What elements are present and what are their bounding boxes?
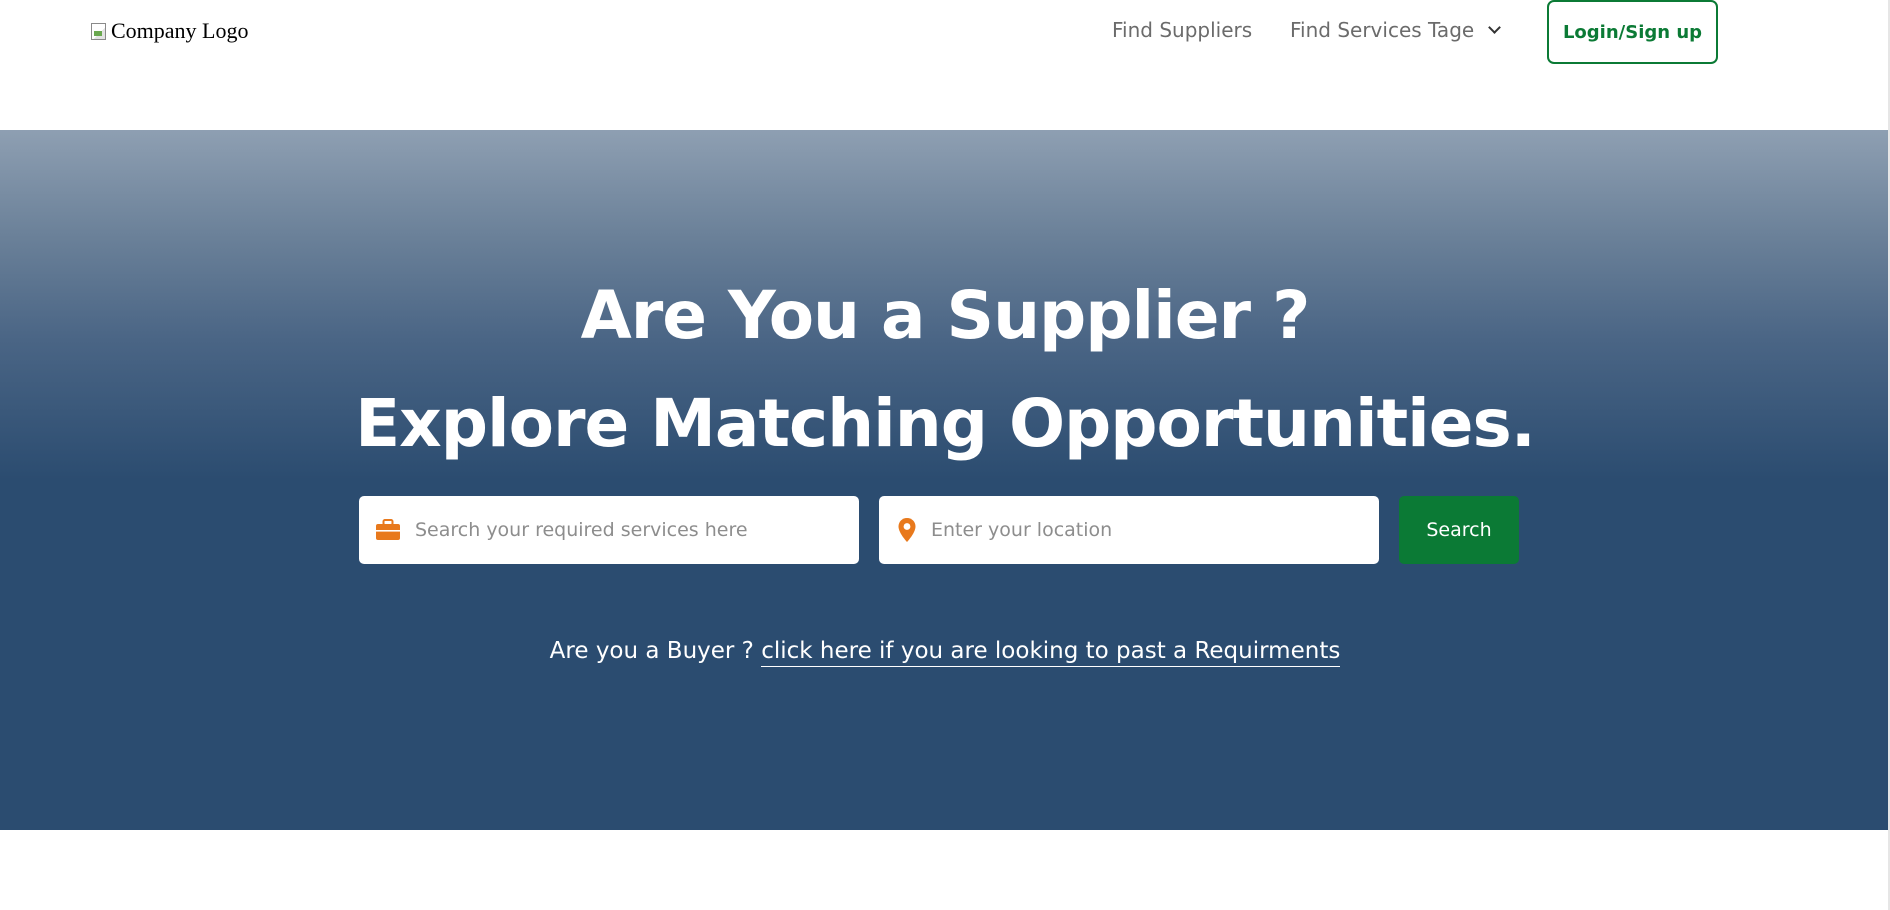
buyer-prompt-line: Are you a Buyer ? click here if you are …: [0, 635, 1890, 667]
nav-find-suppliers-label: Find Suppliers: [1112, 18, 1253, 42]
search-button[interactable]: Search: [1399, 496, 1519, 564]
hero-section: Are You a Supplier ? Explore Matching Op…: [0, 130, 1890, 830]
login-signup-button[interactable]: Login/Sign up: [1547, 0, 1718, 64]
services-search-input[interactable]: [413, 518, 837, 542]
location-search-field[interactable]: [879, 496, 1379, 564]
nav-find-suppliers[interactable]: Find Suppliers: [1112, 18, 1252, 42]
post-requirement-link[interactable]: click here if you are looking to past a …: [761, 638, 1341, 667]
broken-image-icon: [89, 21, 109, 41]
logo-alt-text: Company Logo: [111, 18, 249, 43]
buyer-prompt-text: Are you a Buyer ?: [549, 638, 754, 664]
page: Company Logo Find Suppliers Find Service…: [0, 0, 1890, 910]
site-header: Company Logo Find Suppliers Find Service…: [0, 0, 1890, 130]
services-search-field[interactable]: [359, 496, 859, 564]
nav-find-services-label: Find Services Tage: [1290, 18, 1475, 42]
map-pin-icon: [898, 518, 916, 542]
nav-find-services-dropdown[interactable]: Find Services Tage: [1290, 18, 1502, 42]
chevron-down-icon: [1488, 20, 1502, 34]
location-input[interactable]: [929, 518, 1353, 542]
next-section: [0, 830, 1890, 910]
briefcase-icon: [376, 519, 400, 540]
hero-subtitle: Explore Matching Opportunities.: [355, 385, 1536, 462]
company-logo[interactable]: Company Logo: [89, 18, 249, 44]
hero-title: Are You a Supplier ?: [580, 277, 1311, 354]
